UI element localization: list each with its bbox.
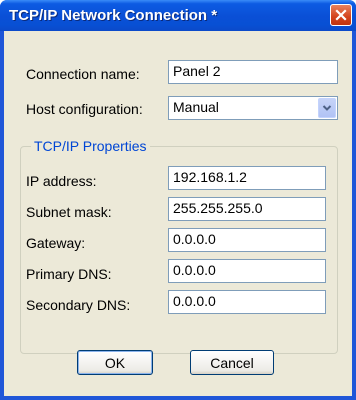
window-title: TCP/IP Network Connection *: [9, 7, 218, 24]
host-configuration-select[interactable]: Manual: [168, 96, 338, 120]
ok-button[interactable]: OK: [77, 350, 153, 375]
host-configuration-label: Host configuration:: [26, 101, 143, 117]
chevron-down-icon: [322, 105, 332, 111]
secondary-dns-input[interactable]: 0.0.0.0: [168, 290, 326, 314]
dialog-body: Connection name: Panel 2 Host configurat…: [4, 31, 352, 396]
cancel-button[interactable]: Cancel: [190, 350, 274, 375]
subnet-mask-label: Subnet mask:: [26, 204, 112, 220]
title-bar[interactable]: TCP/IP Network Connection *: [0, 0, 356, 31]
ip-address-input[interactable]: 192.168.1.2: [168, 166, 326, 190]
gateway-label: Gateway:: [26, 235, 86, 251]
connection-name-label: Connection name:: [26, 66, 140, 82]
connection-name-input[interactable]: Panel 2: [168, 60, 338, 84]
tcpip-properties-title: TCP/IP Properties: [31, 138, 150, 154]
ip-address-label: IP address:: [26, 173, 97, 189]
primary-dns-label: Primary DNS:: [26, 266, 112, 282]
dialog-window: TCP/IP Network Connection * Connection n…: [0, 0, 356, 400]
close-icon: [335, 9, 347, 21]
close-button[interactable]: [330, 4, 352, 26]
primary-dns-input[interactable]: 0.0.0.0: [168, 259, 326, 283]
gateway-input[interactable]: 0.0.0.0: [168, 228, 326, 252]
dropdown-button[interactable]: [318, 98, 336, 118]
secondary-dns-label: Secondary DNS:: [26, 297, 131, 313]
subnet-mask-input[interactable]: 255.255.255.0: [168, 197, 326, 221]
host-configuration-value: Manual: [173, 99, 219, 115]
